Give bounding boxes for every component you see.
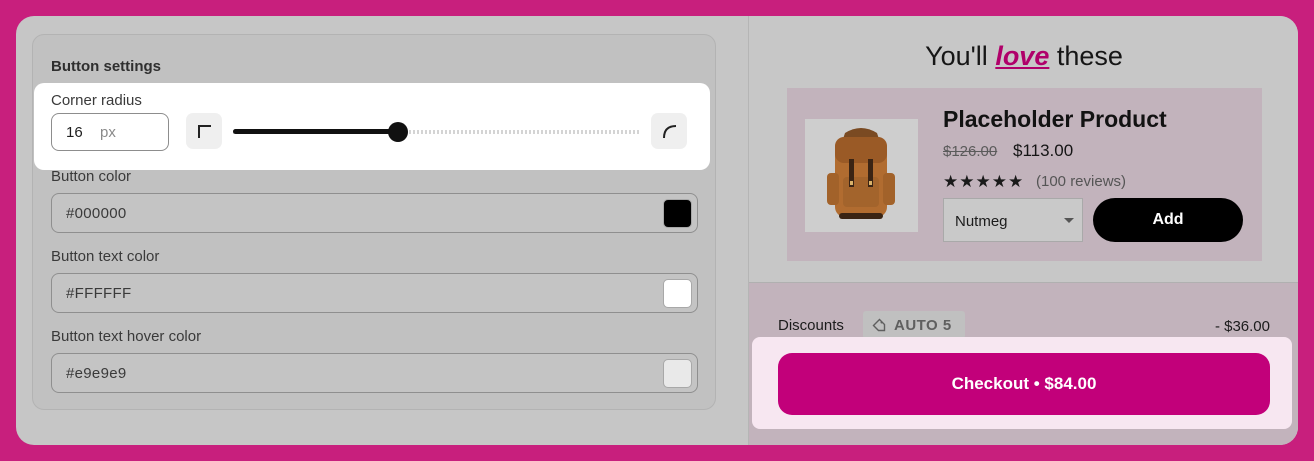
button-color-value: #000000 [66, 205, 127, 222]
review-count[interactable]: (100 reviews) [1036, 173, 1126, 190]
corner-radius-slider-fill [233, 129, 399, 134]
button-text-hover-color-label: Button text hover color [51, 328, 202, 345]
discounts-label: Discounts [778, 317, 844, 334]
button-color-input[interactable]: #000000 [51, 193, 698, 233]
corner-radius-unit: px [100, 124, 116, 141]
heading-pre: You'll [925, 41, 988, 71]
heading-emphasis: love [995, 41, 1050, 71]
checkout-highlight: Checkout • $84.00 [752, 337, 1292, 429]
button-text-color-value: #FFFFFF [66, 285, 132, 302]
button-text-color-label: Button text color [51, 248, 160, 265]
discount-code-badge: AUTO 5 [863, 311, 965, 339]
settings-title: Button settings [51, 58, 161, 75]
discount-amount: - $36.00 [1214, 318, 1270, 335]
upsell-heading: You'll love these [749, 41, 1298, 72]
app-frame: Button settings Corner radius 16 px Butt… [16, 16, 1298, 445]
heading-post: these [1056, 41, 1123, 71]
product-price-original: $126.00 [943, 143, 998, 160]
product-price-sale: $113.00 [1013, 141, 1074, 160]
cart-preview: You'll love these Placeholder Product $1… [748, 16, 1298, 445]
backpack-image [827, 128, 895, 219]
round-corner-icon [663, 125, 677, 139]
corner-radius-value: 16 [66, 124, 83, 141]
button-text-hover-color-swatch[interactable] [663, 359, 692, 388]
checkout-button[interactable]: Checkout • $84.00 [778, 353, 1270, 415]
button-color-swatch[interactable] [663, 199, 692, 228]
button-text-hover-color-value: #e9e9e9 [66, 365, 127, 382]
button-text-color-swatch[interactable] [663, 279, 692, 308]
star-rating: ★★★★★ [943, 172, 1025, 191]
button-text-color-input[interactable]: #FFFFFF [51, 273, 698, 313]
product-name[interactable]: Placeholder Product [943, 106, 1167, 133]
variant-selected: Nutmeg [955, 213, 1008, 230]
add-button[interactable]: Add [1093, 198, 1243, 242]
button-text-hover-color-input[interactable]: #e9e9e9 [51, 353, 698, 393]
corner-radius-label: Corner radius [51, 92, 142, 109]
square-corner-icon [198, 125, 211, 138]
button-color-label: Button color [51, 168, 132, 185]
discount-code: AUTO 5 [894, 317, 952, 334]
square-corner-button[interactable] [186, 113, 222, 149]
product-image[interactable] [805, 119, 918, 232]
corner-radius-input[interactable]: 16 px [51, 113, 169, 151]
round-corner-button[interactable] [651, 113, 687, 149]
tag-icon [872, 318, 886, 332]
chevron-down-icon [1064, 218, 1074, 223]
variant-select[interactable]: Nutmeg [943, 198, 1083, 242]
product-card: Placeholder Product $126.00 $113.00 ★★★★… [787, 88, 1262, 261]
